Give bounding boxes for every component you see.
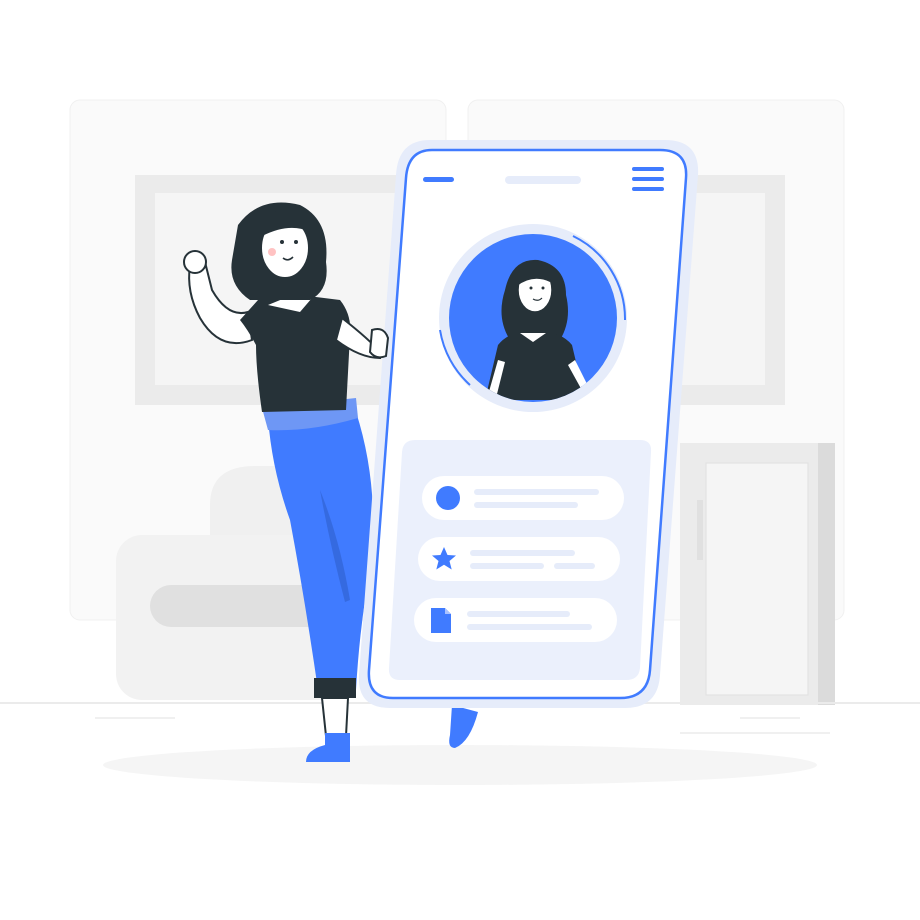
woman-hand-on-phone	[368, 328, 390, 359]
list-item-line	[470, 550, 575, 556]
hamburger-menu-icon[interactable]	[632, 167, 664, 191]
woman-right-foot	[449, 705, 478, 748]
illustration-canvas	[0, 99, 920, 785]
woman-cheek	[268, 248, 276, 256]
speaker-pill	[505, 176, 581, 184]
circle-icon	[436, 486, 460, 510]
woman-lower-leg	[320, 697, 350, 737]
list-item-line	[474, 489, 599, 495]
dash-icon	[423, 177, 454, 182]
cabinet-door	[705, 462, 809, 696]
list-item[interactable]	[418, 537, 620, 581]
woman-eye-2	[294, 240, 298, 244]
list-item-line	[467, 611, 570, 617]
woman-pant-cuff	[314, 678, 356, 698]
cabinet-side	[818, 443, 835, 705]
profile-avatar[interactable]	[439, 224, 627, 412]
phone	[358, 140, 699, 708]
woman-raised-hand	[183, 250, 207, 274]
list-item-line	[467, 624, 592, 630]
list-item-line	[554, 563, 595, 569]
list-item-line	[474, 502, 578, 508]
woman-eye	[280, 240, 284, 244]
list-item-line	[470, 563, 544, 569]
list-item[interactable]	[422, 476, 624, 520]
floor-shadow	[103, 745, 817, 785]
cabinet-handle	[697, 500, 703, 560]
list-item[interactable]	[414, 598, 617, 642]
